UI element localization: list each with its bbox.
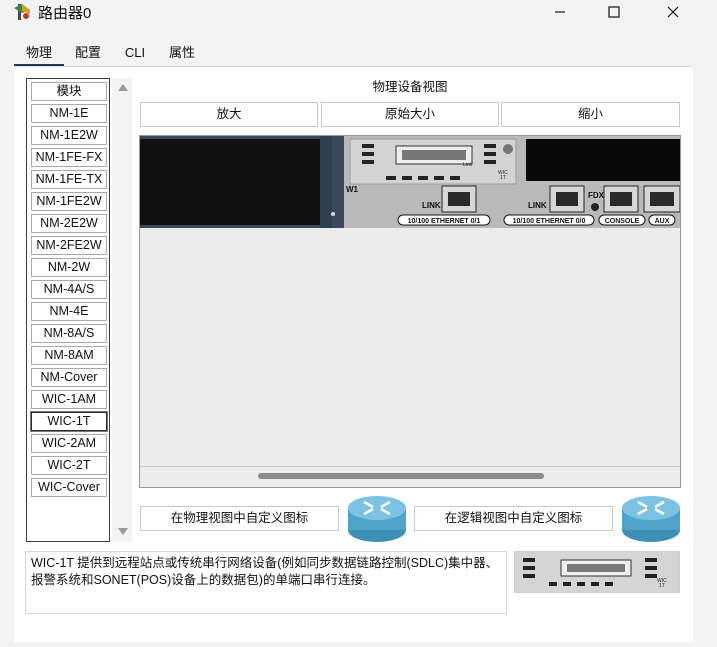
- tab-config[interactable]: 配置: [68, 42, 108, 64]
- slot-label: W1: [346, 185, 359, 194]
- scroll-up-arrow-icon[interactable]: [118, 84, 128, 91]
- tab-cli[interactable]: CLI: [118, 42, 152, 64]
- scroll-down-arrow-icon[interactable]: [118, 528, 128, 535]
- port-ethernet-0-1-label: 10/100 ETHERNET 0/1: [408, 218, 481, 225]
- module-item[interactable]: WIC-2T: [31, 456, 107, 475]
- module-list-header: 模块: [31, 82, 107, 101]
- router-app-icon: [14, 4, 30, 20]
- module-item[interactable]: NM-2FE2W: [31, 236, 107, 255]
- physical-view-title: 物理设备视图: [372, 80, 448, 94]
- module-item[interactable]: WIC-Cover: [31, 478, 107, 497]
- module-item[interactable]: NM-1FE-FX: [31, 148, 107, 167]
- svg-text:1T: 1T: [500, 175, 506, 181]
- module-preview: WIC 1T: [514, 551, 680, 593]
- module-item[interactable]: NM-8A/S: [31, 324, 107, 343]
- router-icon[interactable]: [620, 494, 682, 544]
- title-bar: 路由器0: [0, 0, 717, 30]
- module-item[interactable]: NM-1FE2W: [31, 192, 107, 211]
- module-item[interactable]: NM-1E2W: [31, 126, 107, 145]
- minimize-button[interactable]: [537, 0, 583, 24]
- minimize-icon: [555, 11, 565, 13]
- custom-physical-icon-button[interactable]: 在物理视图中自定义图标: [140, 506, 339, 531]
- close-button[interactable]: [650, 0, 696, 24]
- module-item[interactable]: NM-4A/S: [31, 280, 107, 299]
- module-item[interactable]: NM-4E: [31, 302, 107, 321]
- wic-link-small-label: Link: [463, 162, 473, 168]
- module-item[interactable]: WIC-2AM: [31, 434, 107, 453]
- window-title: 路由器0: [38, 5, 92, 22]
- module-description: WIC-1T 提供到远程站点或传统串行网络设备(例如同步数据链路控制(SDLC)…: [25, 551, 507, 614]
- zoom-in-button[interactable]: 放大: [140, 102, 318, 127]
- tab-physical[interactable]: 物理: [14, 42, 64, 67]
- svg-text:1T: 1T: [659, 583, 665, 589]
- module-item-selected[interactable]: WIC-1T: [30, 411, 108, 432]
- wic-1t-module-image: WIC 1T: [515, 552, 679, 592]
- module-item[interactable]: NM-2E2W: [31, 214, 107, 233]
- module-item[interactable]: NM-8AM: [31, 346, 107, 365]
- module-list-scrollbar[interactable]: [112, 78, 132, 542]
- link-label-2: LINK: [528, 201, 547, 210]
- zoom-out-button[interactable]: 缩小: [501, 102, 680, 127]
- tab-attributes[interactable]: 属性: [162, 42, 202, 64]
- maximize-button[interactable]: [591, 0, 637, 24]
- custom-logical-icon-button[interactable]: 在逻辑视图中自定义图标: [414, 506, 613, 531]
- fdx-label: FDX: [588, 191, 605, 200]
- module-item[interactable]: NM-Cover: [31, 368, 107, 387]
- module-item[interactable]: NM-2W: [31, 258, 107, 277]
- link-label-1: LINK: [422, 201, 441, 210]
- console-port-label: CONSOLE: [605, 218, 640, 225]
- close-icon: [667, 6, 679, 18]
- original-size-button[interactable]: 原始大小: [321, 102, 499, 127]
- module-item[interactable]: NM-1E: [31, 104, 107, 123]
- device-view[interactable]: Link WIC 1T W1 LINK 10/100 ETHERNET 0/1 …: [139, 135, 681, 488]
- port-ethernet-0-0-label: 10/100 ETHERNET 0/0: [513, 218, 586, 225]
- hscroll-thumb[interactable]: [258, 473, 544, 479]
- router-chassis-image[interactable]: Link WIC 1T W1 LINK 10/100 ETHERNET 0/1 …: [140, 136, 680, 228]
- device-view-hscrollbar[interactable]: [140, 466, 680, 487]
- module-item[interactable]: WIC-1AM: [31, 390, 107, 409]
- aux-port-label: AUX: [655, 218, 670, 225]
- router-icon[interactable]: [346, 494, 408, 544]
- module-item[interactable]: NM-1FE-TX: [31, 170, 107, 189]
- module-list[interactable]: 模块 NM-1E NM-1E2W NM-1FE-FX NM-1FE-TX NM-…: [26, 78, 110, 542]
- maximize-icon: [608, 6, 620, 18]
